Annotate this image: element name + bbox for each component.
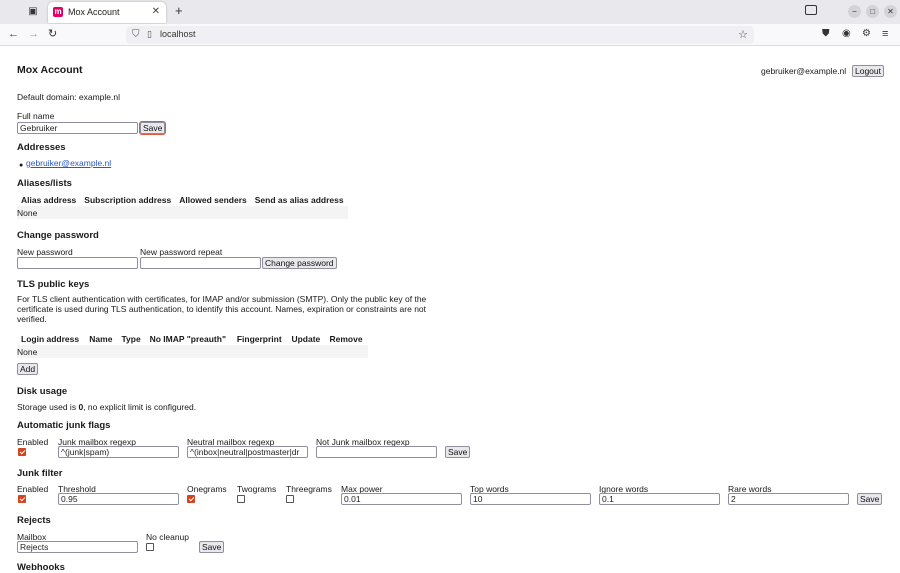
default-domain-text: Default domain: example.nl [17, 92, 121, 102]
address-bullet: ● [19, 162, 24, 169]
new-password-repeat-label: New password repeat [140, 247, 223, 257]
tls-col-login: Login address [21, 333, 80, 344]
browser-tab-bar: ▣ m Mox Account ✕ + − □ ✕ [0, 0, 900, 24]
webhooks-heading: Webhooks [17, 562, 65, 573]
tab-title: Mox Account [68, 7, 120, 17]
aliases-col-subscription: Subscription address [84, 194, 172, 205]
logout-button[interactable]: Logout [852, 65, 884, 77]
disk-usage-heading: Disk usage [17, 386, 68, 397]
page-content: Mox Account gebruiker@example.nl Logout … [0, 47, 900, 573]
pocket-icon[interactable]: ⛊ [822, 28, 830, 40]
mox-favicon-icon: m [53, 7, 63, 17]
change-password-button[interactable]: Change password [262, 257, 337, 269]
rare-words-input[interactable] [728, 493, 849, 505]
aliases-col-alias: Alias address [21, 194, 77, 205]
notjunk-mailbox-input[interactable] [316, 446, 437, 458]
max-power-input[interactable] [341, 493, 462, 505]
user-email: gebruiker@example.nl [761, 66, 847, 76]
tls-empty: None [17, 345, 368, 358]
threshold-input[interactable] [58, 493, 179, 505]
tls-col-name: Name [89, 333, 113, 344]
tracking-shield-icon[interactable]: ⛉ [132, 29, 140, 40]
junk-filter-enabled-label: Enabled [17, 484, 49, 494]
page-info-icon[interactable]: ▯ [147, 29, 152, 40]
url-text[interactable]: localhost [160, 29, 196, 39]
new-password-input[interactable] [17, 257, 138, 269]
disk-usage-prefix: Storage used is [17, 402, 79, 412]
full-name-label: Full name [17, 111, 55, 121]
tls-heading: TLS public keys [17, 279, 90, 290]
tabs-overview-icon[interactable] [805, 5, 817, 15]
top-words-input[interactable] [470, 493, 591, 505]
junk-flags-enabled-checkbox[interactable] [18, 448, 26, 456]
page-title: Mox Account [17, 64, 83, 76]
rejects-save-button[interactable]: Save [199, 541, 225, 553]
extensions-icon[interactable]: ⚙ [862, 28, 871, 40]
disk-usage-text: Storage used is 0, no explicit limit is … [17, 402, 196, 412]
junk-flags-save-button[interactable]: Save [445, 446, 471, 458]
browser-nav-bar: ← → ↻ ⛉ ▯ localhost ☆ ⛊ ◉ ⚙ ≡ [0, 24, 900, 46]
tab-close-icon[interactable]: ✕ [152, 6, 160, 17]
junk-flags-heading: Automatic junk flags [17, 420, 111, 431]
junk-mailbox-input[interactable] [58, 446, 179, 458]
no-cleanup-checkbox[interactable] [146, 543, 154, 551]
full-name-input[interactable] [17, 122, 138, 134]
neutral-mailbox-input[interactable] [187, 446, 308, 458]
tls-add-button[interactable]: Add [17, 363, 39, 375]
ignore-words-input[interactable] [599, 493, 720, 505]
junk-filter-heading: Junk filter [17, 468, 63, 479]
bookmark-star-icon[interactable]: ☆ [738, 28, 748, 41]
junk-flags-enabled-label: Enabled [17, 437, 49, 447]
twograms-checkbox[interactable] [237, 495, 245, 503]
tls-col-remove: Remove [329, 333, 363, 344]
onegrams-checkbox[interactable] [187, 495, 195, 503]
minimize-icon[interactable]: − [848, 5, 861, 18]
new-password-repeat-input[interactable] [140, 257, 261, 269]
forward-icon[interactable]: → [28, 28, 39, 40]
full-name-save-button[interactable]: Save [138, 121, 167, 135]
aliases-empty: None [17, 206, 348, 219]
maximize-icon[interactable]: □ [866, 5, 879, 18]
tab-list-icon[interactable]: ▣ [25, 4, 41, 20]
junk-filter-enabled-checkbox[interactable] [18, 495, 26, 503]
change-password-heading: Change password [17, 230, 99, 241]
onegrams-label: Onegrams [187, 484, 227, 494]
addresses-heading: Addresses [17, 142, 66, 153]
threegrams-label: Threegrams [286, 484, 332, 494]
no-cleanup-label: No cleanup [146, 532, 190, 542]
account-icon[interactable]: ◉ [842, 28, 851, 40]
aliases-col-allowed: Allowed senders [179, 194, 247, 205]
tls-col-fingerprint: Fingerprint [236, 333, 282, 344]
close-window-icon[interactable]: ✕ [884, 5, 897, 18]
aliases-table: Alias address Subscription address Allow… [17, 193, 348, 219]
tls-description: For TLS client authentication with certi… [17, 294, 427, 324]
twograms-label: Twograms [237, 484, 277, 494]
aliases-heading: Aliases/lists [17, 178, 72, 189]
back-icon[interactable]: ← [8, 28, 19, 40]
disk-usage-suffix: , no explicit limit is configured. [83, 402, 197, 412]
tls-col-preauth: No IMAP "preauth" [149, 333, 226, 344]
tls-col-update: Update [291, 333, 321, 344]
address-link[interactable]: gebruiker@example.nl [26, 158, 111, 168]
aliases-col-sendas: Send as alias address [254, 194, 344, 205]
menu-icon[interactable]: ≡ [882, 28, 888, 40]
new-password-label: New password [17, 247, 73, 257]
junk-filter-save-button[interactable]: Save [857, 493, 883, 505]
threegrams-checkbox[interactable] [286, 495, 294, 503]
reload-icon[interactable]: ↻ [48, 28, 57, 40]
rejects-heading: Rejects [17, 515, 51, 526]
tls-col-type: Type [121, 333, 141, 344]
tls-table: Login address Name Type No IMAP "preauth… [17, 332, 368, 358]
rejects-mailbox-input[interactable] [17, 541, 138, 553]
url-bar[interactable]: ⛉ ▯ localhost ☆ [126, 26, 754, 44]
browser-tab-active[interactable]: m Mox Account ✕ [48, 2, 166, 23]
new-tab-icon[interactable]: + [175, 3, 183, 18]
